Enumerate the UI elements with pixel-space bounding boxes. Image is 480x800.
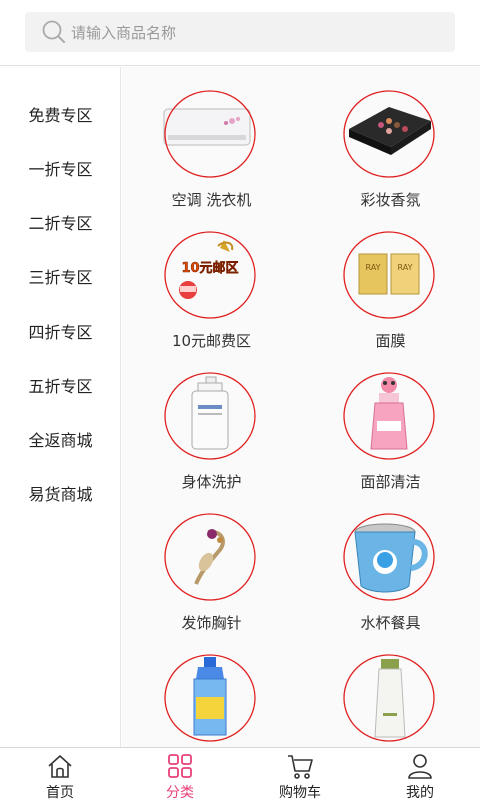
postage-badge-image: 10元邮区: [162, 230, 258, 320]
badge-text: 10元邮区: [181, 260, 238, 276]
sidebar-item-barter[interactable]: 易货商城: [0, 473, 121, 513]
face-mask-box-image: RAY RAY: [341, 230, 437, 320]
category-grid: 空调 洗衣机 彩妆香氛 10元邮区 10元邮费区 RAY RAY 面膜 身体洗护…: [122, 67, 480, 747]
cup-image: [341, 512, 437, 602]
category-cell[interactable]: 空调 洗衣机: [122, 67, 301, 209]
category-cell[interactable]: [122, 631, 301, 747]
category-cell[interactable]: 水杯餐具: [301, 490, 480, 632]
search-input[interactable]: 请输入商品名称: [71, 22, 176, 43]
tab-label: 购物车: [279, 785, 321, 800]
category-sidebar: 免费专区 一折专区 二折专区 三折专区 四折专区 五折专区 全返商城 易货商城: [0, 67, 121, 747]
category-cell[interactable]: 面部清洁: [301, 349, 480, 491]
tab-label: 我的: [406, 785, 434, 800]
makeup-palette-image: [341, 89, 437, 179]
home-icon: [46, 752, 74, 780]
tab-home[interactable]: 首页: [0, 748, 120, 800]
search-icon: [41, 19, 67, 45]
sidebar-item-30pct[interactable]: 三折专区: [0, 256, 121, 296]
tab-category[interactable]: 分类: [120, 748, 240, 800]
category-cell[interactable]: [301, 631, 480, 747]
search-bar[interactable]: 请输入商品名称: [25, 12, 455, 52]
category-label: 面膜: [375, 332, 406, 350]
category-grid-icon: [166, 752, 194, 780]
brooch-image: [162, 512, 258, 602]
cart-icon: [286, 752, 314, 780]
sidebar-item-full-return[interactable]: 全返商城: [0, 419, 121, 459]
bottom-tab-bar: 首页 分类 购物车 我的: [0, 747, 480, 800]
category-label: 身体洗护: [181, 473, 242, 491]
sidebar-item-40pct[interactable]: 四折专区: [0, 311, 121, 351]
header: 请输入商品名称: [0, 0, 480, 66]
sidebar-item-20pct[interactable]: 二折专区: [0, 202, 121, 242]
category-label: 水杯餐具: [360, 614, 421, 632]
category-cell[interactable]: 10元邮区 10元邮费区: [122, 208, 301, 350]
body-lotion-bottle-image: [162, 371, 258, 461]
blue-bottle-image: [162, 653, 258, 743]
category-label: 10元邮费区: [171, 332, 252, 350]
tab-cart[interactable]: 购物车: [240, 748, 360, 800]
sidebar-item-50pct[interactable]: 五折专区: [0, 365, 121, 405]
tab-profile[interactable]: 我的: [360, 748, 480, 800]
tab-label: 首页: [46, 785, 74, 800]
category-cell[interactable]: 身体洗护: [122, 349, 301, 491]
category-label: 发饰胸针: [181, 614, 242, 632]
category-cell[interactable]: 发饰胸针: [122, 490, 301, 632]
tab-label: 分类: [166, 785, 194, 800]
user-icon: [406, 752, 434, 780]
box-text: RAY: [398, 263, 413, 272]
sidebar-item-10pct[interactable]: 一折专区: [0, 148, 121, 188]
category-cell[interactable]: 彩妆香氛: [301, 67, 480, 209]
sidebar-item-free[interactable]: 免费专区: [0, 94, 121, 134]
category-label: 彩妆香氛: [360, 191, 421, 209]
cleanser-bottle-image: [341, 371, 437, 461]
category-label: 面部清洁: [360, 473, 421, 491]
air-conditioner-image: [162, 89, 258, 179]
category-cell[interactable]: RAY RAY 面膜: [301, 208, 480, 350]
category-label: 空调 洗衣机: [171, 191, 252, 209]
box-text: RAY: [366, 263, 381, 272]
white-tube-image: [341, 653, 437, 743]
